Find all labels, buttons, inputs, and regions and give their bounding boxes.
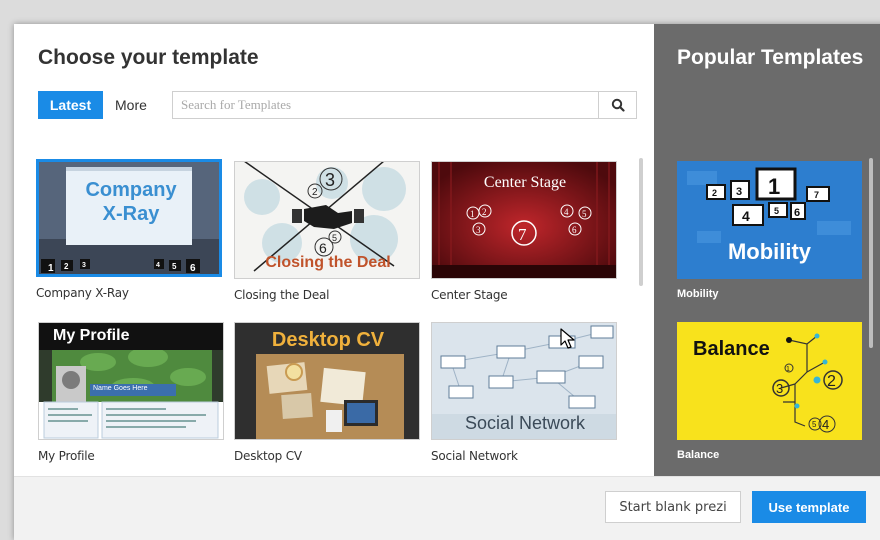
dialog-footer: Start blank prezi Use template <box>14 476 880 540</box>
thumb-title: Social Network <box>464 413 586 433</box>
thumb-title: Desktop CV <box>271 329 385 351</box>
thumb-number: 7 <box>518 225 527 244</box>
template-card-social-network[interactable]: Social Network Social Network <box>431 322 617 463</box>
template-label: My Profile <box>38 449 95 463</box>
thumb-number: 3 <box>776 381 783 396</box>
popular-card-balance[interactable]: 1 2 3 4 5 Balance Balance <box>677 322 862 461</box>
sidebar-scrollbar[interactable] <box>869 158 873 348</box>
thumb-title: Center Stage <box>483 174 567 191</box>
template-thumbnail: Desktop CV <box>234 322 420 440</box>
thumb-number: 4 <box>822 417 829 432</box>
use-template-button[interactable]: Use template <box>752 491 866 523</box>
template-card-my-profile[interactable]: My Profile Name Goes Here My Profile <box>38 322 224 463</box>
search-box <box>172 91 637 119</box>
template-label: Social Network <box>431 449 518 463</box>
thumb-number: 2 <box>827 373 836 390</box>
template-card-center-stage[interactable]: 1 2 3 4 5 6 7 Center Stage Center Stage <box>431 161 617 302</box>
template-label: Center Stage <box>431 288 508 302</box>
template-card-desktop-cv[interactable]: Desktop CV Desktop CV <box>234 322 420 463</box>
thumb-number: 5 <box>332 233 337 243</box>
thumb-number: 6 <box>794 207 800 219</box>
popular-sidebar: Popular Templates 2 3 1 7 4 5 6 Mobility… <box>654 24 880 476</box>
thumb-number: 3 <box>736 186 742 198</box>
thumb-title: Company X-Ray <box>85 179 177 225</box>
thumb-number: 6 <box>572 225 577 235</box>
thumb-number: 7 <box>814 190 819 200</box>
search-icon <box>611 98 625 112</box>
template-label: Desktop CV <box>234 449 302 463</box>
template-grid-scrollbar[interactable] <box>639 158 643 286</box>
template-thumbnail: 1 2 3 4 5 6 7 Center Stage <box>431 161 617 279</box>
template-label: Closing the Deal <box>234 288 330 302</box>
thumb-number: 1 <box>768 174 780 199</box>
thumb-number: 5 <box>582 209 587 219</box>
thumb-number: 2 <box>64 262 69 271</box>
thumb-subtitle: Name Goes Here <box>93 385 148 392</box>
template-thumbnail: My Profile Name Goes Here <box>38 322 224 440</box>
thumb-number: 2 <box>712 188 717 198</box>
template-thumbnail: 2 3 1 7 4 5 6 Mobility <box>677 161 862 279</box>
thumb-number: 3 <box>82 262 86 269</box>
template-card-closing-the-deal[interactable]: 2 3 6 5 Closing the Deal Closing the Dea… <box>234 161 420 302</box>
thumb-number: 1 <box>470 209 475 219</box>
thumb-number: 2 <box>312 187 318 198</box>
tab-latest[interactable]: Latest <box>38 91 103 119</box>
search-button[interactable] <box>598 92 636 118</box>
page-title: Choose your template <box>38 46 259 69</box>
template-thumbnail: 2 3 6 5 Closing the Deal <box>234 161 420 279</box>
template-thumbnail: 1 2 3 4 5 Balance <box>677 322 862 440</box>
main-panel: Choose your template Latest More Search … <box>14 24 654 476</box>
start-blank-prezi-button[interactable]: Start blank prezi <box>605 491 741 523</box>
thumb-number: 4 <box>564 207 569 217</box>
thumb-number: 1 <box>786 366 790 373</box>
template-dialog: Choose your template Latest More Search … <box>14 24 880 540</box>
thumb-title: Closing the Deal <box>265 254 391 271</box>
template-label: Company X-Ray <box>36 286 129 300</box>
thumb-title: Mobility <box>727 239 812 264</box>
thumb-number: 4 <box>156 262 160 269</box>
mouse-pointer-icon <box>560 328 575 349</box>
search-input[interactable] <box>173 92 598 118</box>
popular-label: Mobility <box>677 288 719 300</box>
template-thumbnail: 1 2 3 4 5 6 Company X-Ray <box>36 159 222 277</box>
popular-card-mobility[interactable]: 2 3 1 7 4 5 6 Mobility Mobility <box>677 161 862 300</box>
popular-label: Balance <box>677 449 720 461</box>
thumb-number: 6 <box>190 263 196 274</box>
thumb-number: 5 <box>774 206 779 216</box>
thumb-number: 3 <box>476 225 481 235</box>
template-thumbnail: Social Network <box>431 322 617 440</box>
thumb-number: 5 <box>172 262 177 271</box>
thumb-number: 5 <box>812 420 817 429</box>
thumb-number: 1 <box>48 263 54 274</box>
thumb-number: 3 <box>325 170 335 190</box>
tab-more[interactable]: More <box>115 91 147 119</box>
template-card-company-x-ray[interactable]: 1 2 3 4 5 6 Company X-Ray Company X-Ray <box>36 159 222 300</box>
thumb-title: Balance <box>693 338 770 360</box>
thumb-title: My Profile <box>53 327 130 344</box>
thumb-number: 4 <box>742 208 750 224</box>
thumb-number: 2 <box>482 207 487 217</box>
sidebar-title: Popular Templates <box>677 46 864 69</box>
